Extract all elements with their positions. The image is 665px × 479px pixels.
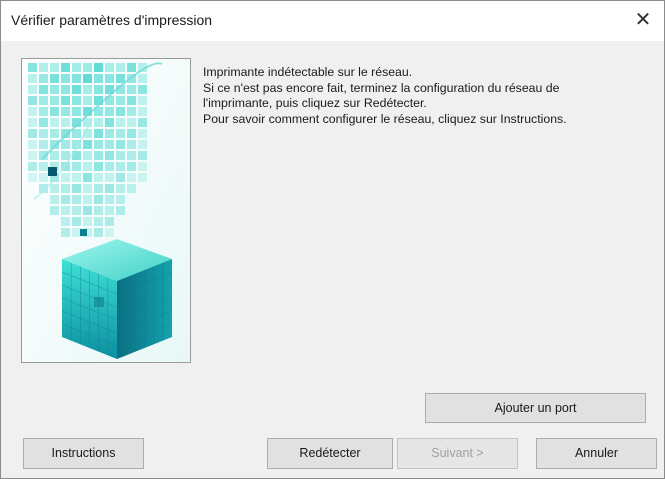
dialog-window: Vérifier paramètres d'impression ✕ Impri… <box>0 0 665 479</box>
title-bar: Vérifier paramètres d'impression ✕ <box>1 1 664 41</box>
message-line: Imprimante indétectable sur le réseau. <box>203 65 413 79</box>
status-message: Imprimante indétectable sur le réseau. S… <box>203 65 653 127</box>
dialog-title: Vérifier paramètres d'impression <box>11 12 213 28</box>
close-icon[interactable]: ✕ <box>628 7 658 33</box>
instructions-button[interactable]: Instructions <box>23 438 144 469</box>
printer-illustration <box>21 58 191 363</box>
cancel-button[interactable]: Annuler <box>536 438 657 469</box>
add-port-button[interactable]: Ajouter un port <box>425 393 646 423</box>
message-line: Pour savoir comment configurer le réseau… <box>203 111 567 126</box>
next-button[interactable]: Suivant > <box>397 438 518 469</box>
message-line: Si ce n'est pas encore fait, terminez la… <box>203 80 560 95</box>
message-line: l'imprimante, puis cliquez sur Redétecte… <box>203 96 427 110</box>
redetect-button[interactable]: Redétecter <box>267 438 393 469</box>
canon-cube-graphic-icon <box>22 59 190 362</box>
